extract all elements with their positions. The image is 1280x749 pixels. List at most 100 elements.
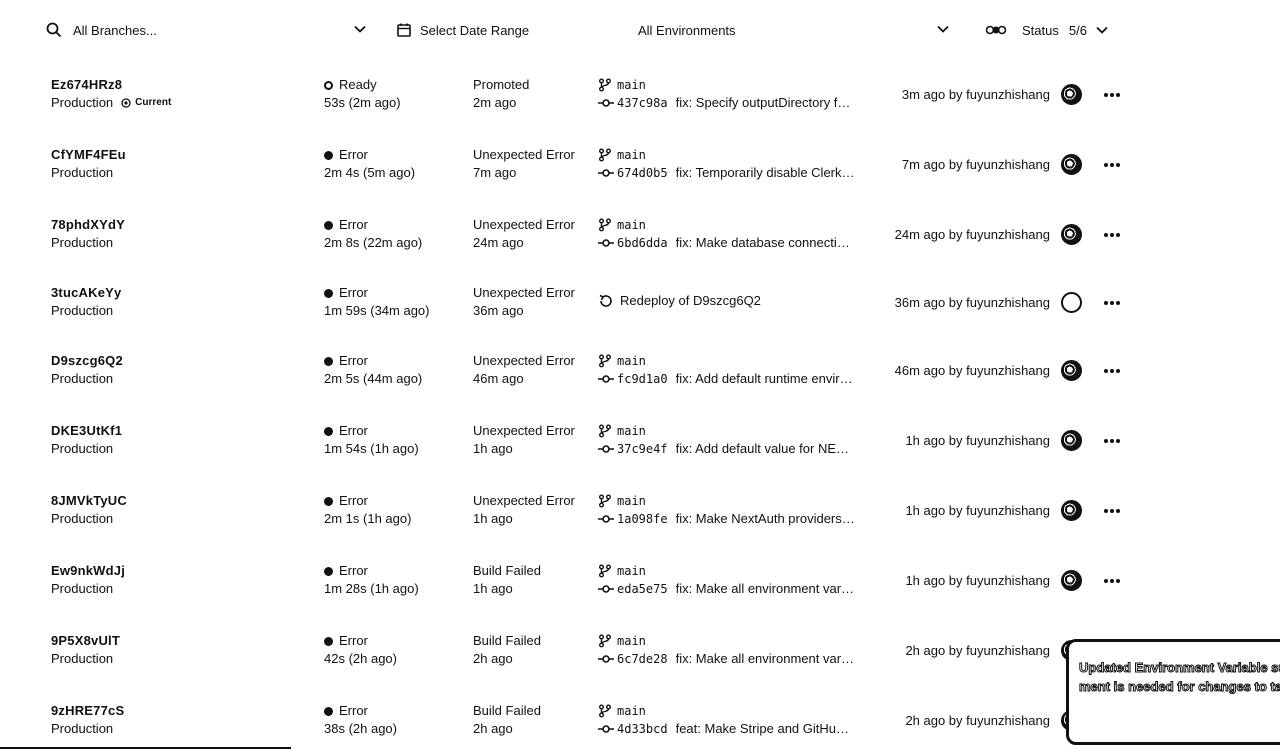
more-actions-button[interactable] — [1102, 294, 1122, 312]
commit-hash: eda5e75 — [617, 582, 668, 596]
deployment-id[interactable]: DKE3UtKf1 — [51, 422, 122, 440]
branch-line[interactable]: main — [598, 562, 858, 580]
date-range-filter[interactable]: Select Date Range — [396, 20, 529, 40]
author-avatar[interactable] — [1061, 360, 1082, 381]
author-avatar[interactable] — [1061, 292, 1082, 313]
deployment-id[interactable]: 8JMVkTyUC — [51, 492, 127, 510]
environment-label: Production — [51, 95, 114, 110]
deployment-id[interactable]: CfYMF4FEu — [51, 146, 126, 164]
deployment-time-author: 2h ago by fuyunzhishang — [905, 643, 1050, 658]
deployment-time-author: 1h ago by fuyunzhishang — [905, 433, 1050, 448]
environment-label: Production — [51, 441, 114, 456]
deployment-row[interactable]: Ez674HRz8 Production Current Ready 53s (… — [0, 60, 1280, 130]
deployment-result-cell: Unexpected Error 36m ago — [473, 284, 575, 320]
more-actions-button[interactable] — [1102, 432, 1122, 450]
deployment-row[interactable]: D9szcg6Q2 Production Error 2m 5s (44m ag… — [0, 336, 1280, 406]
branch-name: main — [617, 424, 646, 438]
author-avatar[interactable] — [1061, 570, 1082, 591]
deployment-row[interactable]: DKE3UtKf1 Production Error 1m 54s (1h ag… — [0, 406, 1280, 476]
author-avatar[interactable] — [1061, 84, 1082, 105]
deployment-environment: Production — [51, 302, 121, 320]
commit-line[interactable]: 4d33bcd feat: Make Stripe and GitHub… — [598, 720, 858, 738]
commit-line[interactable]: 674d0b5 fix: Temporarily disable Clerk… — [598, 164, 858, 182]
deployment-row[interactable]: 8JMVkTyUC Production Error 2m 1s (1h ago… — [0, 476, 1280, 546]
deployment-id[interactable]: 9zHRE77cS — [51, 702, 124, 720]
build-duration: 2m 4s (5m ago) — [324, 165, 416, 180]
branch-filter[interactable]: All Branches... — [46, 20, 371, 40]
result-time: 7m ago — [473, 165, 517, 180]
branch-name: main — [617, 78, 646, 92]
redeploy-source[interactable]: Redeploy of D9szcg6Q2 — [598, 292, 858, 310]
commit-hash: fc9d1a0 — [617, 372, 668, 386]
deployment-id[interactable]: 3tucAKeYy — [51, 284, 121, 302]
deployment-result-cell: Promoted 2m ago — [473, 76, 529, 112]
toast-message-line-1: Updated Environment Variable suc — [1079, 660, 1280, 676]
deployment-id-cell: D9szcg6Q2 Production — [51, 352, 123, 388]
deployment-row[interactable]: CfYMF4FEu Production Error 2m 4s (5m ago… — [0, 130, 1280, 200]
more-actions-button[interactable] — [1102, 156, 1122, 174]
deployment-id[interactable]: Ez674HRz8 — [51, 76, 171, 94]
deployment-id-cell: 8JMVkTyUC Production — [51, 492, 127, 528]
commit-line[interactable]: 437c98a fix: Specify outputDirectory f… — [598, 94, 858, 112]
deployment-row[interactable]: Ew9nkWdJj Production Error 1m 28s (1h ag… — [0, 546, 1280, 616]
status-label: Error — [339, 285, 368, 300]
author-avatar[interactable] — [1061, 154, 1082, 175]
deployment-time-author: 3m ago by fuyunzhishang — [901, 87, 1050, 102]
git-branch-icon — [598, 354, 612, 368]
deployment-row[interactable]: 78phdXYdY Production Error 2m 8s (22m ag… — [0, 200, 1280, 270]
branch-line[interactable]: main — [598, 422, 858, 440]
more-actions-button[interactable] — [1102, 502, 1122, 520]
branch-line[interactable]: main — [598, 352, 858, 370]
commit-message: fix: Specify outputDirectory f… — [675, 95, 851, 110]
author-avatar[interactable] — [1061, 430, 1082, 451]
branch-line[interactable]: main — [598, 146, 858, 164]
result-time: 24m ago — [473, 235, 524, 250]
commit-line[interactable]: 1a098fe fix: Make NextAuth providers… — [598, 510, 858, 528]
deployment-source-cell: main 37c9e4f fix: Add default value for NE… — [598, 422, 858, 458]
branch-line[interactable]: main — [598, 216, 858, 234]
commit-line[interactable]: 37c9e4f fix: Add default value for NE… — [598, 440, 858, 458]
commit-line[interactable]: fc9d1a0 fix: Add default runtime envir… — [598, 370, 858, 388]
deployment-status-cell: Error 42s (2h ago) — [324, 632, 397, 668]
environment-filter[interactable]: All Environments — [638, 20, 952, 40]
toast-notification[interactable]: Updated Environment Variable suc ment is… — [1066, 639, 1280, 745]
branch-line[interactable]: main — [598, 76, 858, 94]
build-duration: 2m 5s (44m ago) — [324, 371, 423, 386]
environment-label: Production — [51, 511, 114, 526]
deployment-id[interactable]: D9szcg6Q2 — [51, 352, 123, 370]
more-actions-button[interactable] — [1102, 572, 1122, 590]
deployment-id[interactable]: Ew9nkWdJj — [51, 562, 125, 580]
author-avatar[interactable] — [1061, 500, 1082, 521]
branch-name: main — [617, 494, 646, 508]
branch-line[interactable]: main — [598, 632, 858, 650]
more-actions-button[interactable] — [1102, 86, 1122, 104]
commit-line[interactable]: 6bd6dda fix: Make database connecti… — [598, 234, 858, 252]
git-commit-icon — [598, 443, 614, 455]
build-duration: 1m 28s (1h ago) — [324, 581, 419, 596]
status-label: Ready — [339, 77, 377, 92]
more-actions-button[interactable] — [1102, 362, 1122, 380]
deployment-result-cell: Build Failed 2h ago — [473, 702, 541, 738]
deployment-id-cell: 9P5X8vUlT Production — [51, 632, 120, 668]
redeploy-icon — [598, 293, 614, 309]
branch-line[interactable]: main — [598, 702, 858, 720]
status-dots-icon — [986, 24, 1006, 36]
build-duration: 1m 54s (1h ago) — [324, 441, 419, 456]
deployment-row[interactable]: 3tucAKeYy Production Error 1m 59s (34m a… — [0, 268, 1280, 338]
commit-line[interactable]: 6c7de28 fix: Make all environment var… — [598, 650, 858, 668]
git-branch-icon — [598, 218, 612, 232]
deployment-id[interactable]: 9P5X8vUlT — [51, 632, 120, 650]
deployment-source-cell: main 674d0b5 fix: Temporarily disable Cler… — [598, 146, 858, 182]
build-duration: 1m 59s (34m ago) — [324, 303, 430, 318]
deployment-status-cell: Error 2m 5s (44m ago) — [324, 352, 422, 388]
build-duration: 42s (2h ago) — [324, 651, 397, 666]
branch-line[interactable]: main — [598, 492, 858, 510]
status-filter[interactable]: Status 5/6 — [986, 20, 1109, 40]
status-badge: Error — [324, 352, 422, 370]
commit-line[interactable]: eda5e75 fix: Make all environment var… — [598, 580, 858, 598]
result-time: 1h ago — [473, 511, 513, 526]
more-actions-button[interactable] — [1102, 226, 1122, 244]
git-branch-icon — [598, 564, 612, 578]
deployment-id[interactable]: 78phdXYdY — [51, 216, 125, 234]
author-avatar[interactable] — [1061, 224, 1082, 245]
